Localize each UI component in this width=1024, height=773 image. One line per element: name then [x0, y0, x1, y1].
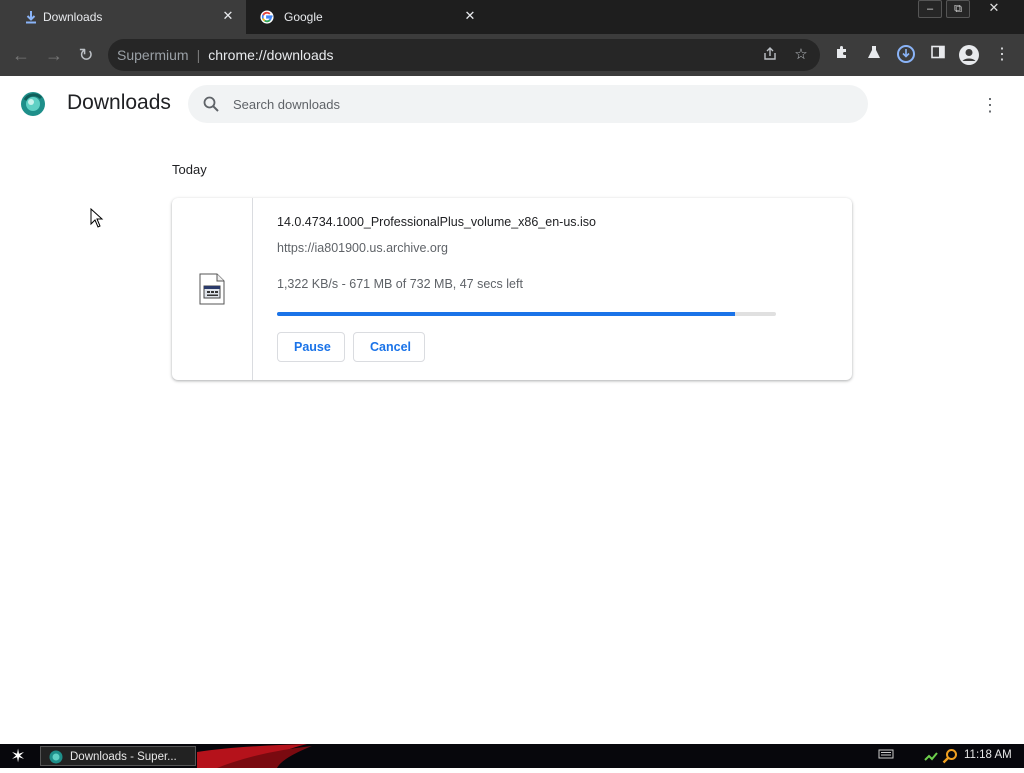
profile-avatar-icon[interactable] [958, 44, 980, 66]
taskbar-clock: 11:18 AM [964, 749, 1012, 761]
reload-icon[interactable]: ↻ [75, 44, 97, 66]
extensions-icon[interactable] [831, 44, 853, 66]
cancel-button[interactable]: Cancel [353, 332, 425, 362]
address-bar[interactable]: Supermium | chrome://downloads ☆ [108, 39, 820, 71]
download-status: 1,322 KB/s - 671 MB of 732 MB, 47 secs l… [277, 277, 523, 291]
file-name[interactable]: 14.0.4734.1000_ProfessionalPlus_volume_x… [277, 215, 596, 229]
tab-strip: Downloads ✕ Google ✕ – ⧉ ✕ [0, 0, 1024, 34]
labs-flask-icon[interactable] [863, 44, 885, 66]
restore-button[interactable]: ⧉ [946, 0, 970, 18]
more-actions-icon[interactable]: ⋮ [980, 95, 1000, 115]
forward-arrow-icon[interactable]: → [43, 44, 65, 66]
disc-image-file-icon [199, 273, 225, 305]
browser-toolbar: ← → ↻ Supermium | chrome://downloads ☆ ⋮ [0, 34, 1024, 76]
tab-google[interactable]: Google ✕ [248, 0, 486, 34]
minimize-button[interactable]: – [918, 0, 942, 18]
search-magnifier-icon[interactable] [942, 748, 958, 764]
keyboard-icon[interactable] [878, 748, 894, 764]
close-window-button[interactable]: ✕ [974, 0, 1014, 16]
close-tab-icon[interactable]: ✕ [462, 8, 478, 24]
site-name: Supermium [117, 47, 189, 63]
bookmark-star-icon[interactable]: ☆ [792, 46, 810, 64]
file-icon-column [172, 198, 253, 380]
back-arrow-icon[interactable]: ← [10, 44, 32, 66]
date-heading: Today [172, 162, 207, 177]
download-progress-bar [277, 312, 776, 316]
google-g-icon [260, 10, 274, 24]
taskbar-window-item[interactable]: Downloads - Super... [40, 746, 196, 766]
window-controls: – ⧉ ✕ [918, 0, 1014, 20]
tab-title: Google [284, 10, 323, 24]
network-icon[interactable] [923, 748, 939, 764]
downloads-progress-icon[interactable] [895, 44, 917, 66]
address-text: Supermium | chrome://downloads [117, 47, 334, 63]
mouse-pointer-icon [90, 207, 104, 228]
address-url: chrome://downloads [208, 47, 334, 63]
pause-button[interactable]: Pause [277, 332, 345, 362]
progress-fill [277, 312, 735, 316]
side-panel-icon[interactable] [927, 44, 949, 66]
share-icon[interactable] [761, 46, 779, 64]
tab-title: Downloads [43, 10, 103, 24]
taskbar-window-label: Downloads - Super... [70, 751, 177, 763]
search-input[interactable] [233, 85, 833, 123]
taskbar: ✶ Downloads - Super... 11:18 AM [0, 744, 1024, 768]
downloads-header: Downloads ⋮ [0, 76, 1024, 134]
wallpaper-swoosh [197, 744, 317, 768]
search-box[interactable] [188, 85, 868, 123]
download-icon [24, 10, 38, 24]
tab-downloads[interactable]: Downloads ✕ [0, 0, 246, 34]
search-icon [202, 95, 220, 113]
close-tab-icon[interactable]: ✕ [220, 8, 236, 24]
address-separator: | [196, 47, 201, 63]
source-url-link[interactable]: https://ia801900.us.archive.org [277, 241, 448, 255]
supermium-logo-icon [20, 91, 46, 117]
download-item: 14.0.4734.1000_ProfessionalPlus_volume_x… [172, 198, 852, 380]
supermium-logo-icon [49, 750, 63, 764]
page-title: Downloads [67, 91, 171, 114]
browser-menu-icon[interactable]: ⋮ [991, 44, 1013, 66]
star-icon[interactable]: ✶ [4, 745, 32, 767]
